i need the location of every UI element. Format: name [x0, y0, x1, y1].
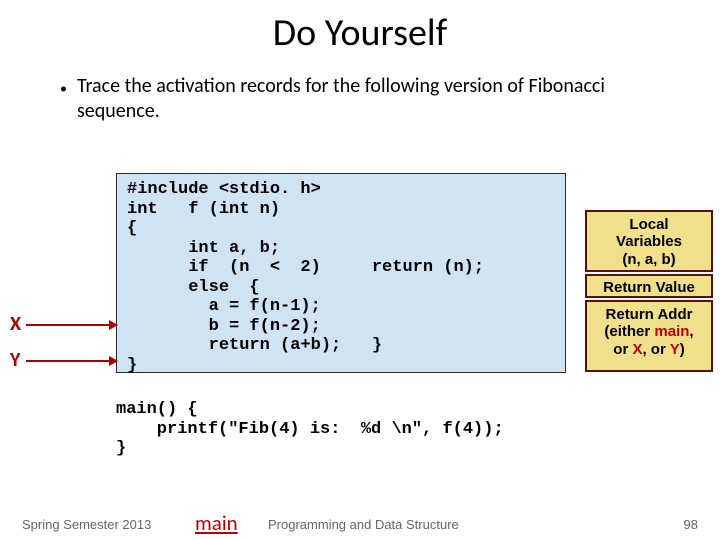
retaddr-main: main: [654, 323, 689, 340]
retaddr-l2c: ,: [689, 323, 693, 340]
arrow-y-icon: [26, 360, 116, 362]
retaddr-y: Y: [670, 341, 680, 358]
main-code: main() { printf("Fib(4) is: %d \n", f(4)…: [116, 400, 504, 459]
retaddr-x: X: [632, 341, 642, 358]
local-l2: Variables: [616, 233, 682, 250]
retaddr-l1: Return Addr: [606, 306, 693, 323]
x-label: X: [10, 312, 21, 336]
y-label: Y: [10, 348, 20, 372]
local-l3: (n, a, b): [622, 251, 675, 268]
stack-return-value: Return Value: [585, 274, 713, 298]
arrow-x-icon: [26, 324, 116, 326]
footer-main-label: main: [195, 510, 238, 536]
code-box: #include <stdio. h> int f (int n) { int …: [116, 173, 566, 373]
local-l1: Local: [629, 216, 668, 233]
retaddr-l3a: or: [613, 341, 632, 358]
footer-left: Spring Semester 2013: [22, 517, 151, 532]
slide-title: Do Yourself: [0, 10, 720, 56]
slide: Do Yourself • Trace the activation recor…: [0, 10, 720, 540]
footer-page-number: 98: [684, 517, 698, 532]
bullet-row: • Trace the activation records for the f…: [60, 74, 720, 124]
retaddr-l3c: , or: [642, 341, 669, 358]
retaddr-l2a: (either: [604, 323, 654, 340]
stack-return-addr: Return Addr (either main, or X, or Y): [585, 300, 713, 372]
stack-local-vars: Local Variables (n, a, b): [585, 210, 713, 272]
bullet-dot-icon: •: [60, 80, 67, 124]
bullet-text: Trace the activation records for the fol…: [77, 74, 637, 124]
retaddr-l3e: ): [680, 341, 685, 358]
footer-mid: Programming and Data Structure: [268, 517, 459, 532]
